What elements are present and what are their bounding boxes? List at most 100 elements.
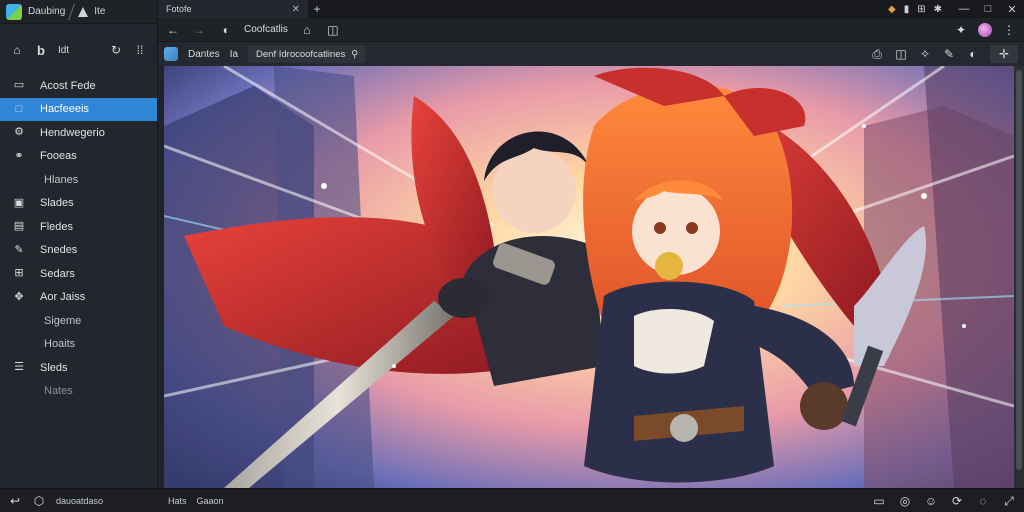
triangle-icon[interactable] — [78, 6, 89, 17]
shield-icon[interactable]: ◖ — [218, 23, 232, 37]
undo-icon[interactable]: ↩ — [8, 494, 22, 508]
sidebar-item-label: Fooeas — [40, 150, 77, 163]
app-tool-label: Ite — [94, 6, 106, 17]
sidebar-item-nates[interactable]: Nates — [0, 380, 157, 404]
forward-icon[interactable]: → — [192, 23, 206, 37]
home-icon[interactable]: ⌂ — [10, 43, 24, 57]
gem-icon[interactable]: ◆ — [888, 4, 896, 15]
gear-icon: ⚙ — [14, 126, 24, 139]
sidebar-list: ▭ Acost Fede □ Hacfeeeis ⚙ Hendwegerio ⚭… — [0, 74, 157, 403]
tab-fotofe[interactable]: Fotofe ✕ — [158, 0, 308, 18]
sidebar-item-sleds[interactable]: ☰ Sleds — [0, 356, 157, 380]
sidebar-item-fooeas[interactable]: ⚭ Fooeas — [0, 145, 157, 169]
page-label: Coofcatlis — [244, 24, 288, 35]
close-icon[interactable]: ✕ — [292, 4, 300, 15]
star-icon[interactable]: ✱ — [934, 4, 942, 15]
app-logo-icon — [6, 3, 22, 20]
status-label-b: Gaaon — [196, 495, 224, 506]
split-icon[interactable]: ◫ — [326, 23, 340, 37]
vertical-scrollbar[interactable] — [1014, 66, 1024, 488]
palette-icon[interactable]: ◐ — [966, 47, 980, 61]
sidebar-item-label: Hlanes — [44, 173, 79, 186]
screenshot-icon[interactable]: ⎙ — [870, 47, 884, 61]
bookmark-icon[interactable]: ▮ — [904, 4, 910, 15]
sparkle-icon[interactable]: ✧ — [918, 47, 932, 61]
search-icon[interactable]: ⚲ — [351, 49, 358, 60]
chat-icon[interactable]: ◌ — [976, 494, 990, 508]
address-text: Denf Idrocoofcatlines — [256, 48, 346, 60]
sidebar-item-label: Fledes — [40, 220, 74, 233]
address-toolbar: Dantes Ia Denf Idrocoofcatlines ⚲ ⎙ ◫ ✧ … — [158, 42, 1024, 66]
sidebar-item-aor-jaiss[interactable]: ✥ Aor Jaiss — [0, 286, 157, 310]
address-bar[interactable]: Denf Idrocoofcatlines ⚲ — [248, 45, 367, 63]
sidebar-item-label: Sedars — [40, 267, 75, 280]
sidebar-item-label: Nates — [44, 385, 73, 398]
sidebar-item-acost-fede[interactable]: ▭ Acost Fede — [0, 74, 157, 98]
puzzle-icon[interactable]: ✦ — [954, 23, 968, 37]
sidebar-item-snedes[interactable]: ✎ Snedes — [0, 239, 157, 263]
square-outline-icon: ▭ — [13, 79, 25, 92]
grid-icon[interactable]: ⊞ — [917, 4, 925, 15]
sidebar-item-hendwegerio[interactable]: ⚙ Hendwegerio — [0, 121, 157, 145]
main-area: Fotofe ✕ + ◆ ▮ ⊞ ✱ — □ ✕ ← → ◖ Coofcatli… — [158, 0, 1024, 488]
sidebar-item-hacfeeeis[interactable]: □ Hacfeeeis — [0, 97, 157, 121]
sidebar-item-label: Snedes — [40, 244, 78, 257]
avatar[interactable] — [978, 22, 992, 37]
home-icon[interactable]: ⌂ — [300, 23, 314, 37]
site-icon — [164, 47, 178, 61]
sidebar-item-sedars[interactable]: ⊞ Sedars — [0, 262, 157, 286]
sidebar-item-label: Sigeme — [44, 314, 82, 327]
move-icon: ✥ — [14, 290, 24, 303]
sidebar-item-label: Hacfeeeis — [40, 103, 89, 116]
person-icon[interactable]: ☺ — [924, 494, 938, 508]
sidebar-item-hoaits[interactable]: Hoaits — [0, 333, 157, 357]
window-close-icon[interactable]: ✕ — [1000, 3, 1024, 16]
reader-icon[interactable]: ◫ — [894, 47, 908, 61]
status-label-a: Hats — [168, 495, 187, 506]
status-left-label: dauoatdaso — [56, 495, 104, 506]
crosshair-icon: ✛ — [998, 47, 1010, 61]
nav-toolbar: ← → ◖ Coofcatlis ⌂ ◫ ✦ ⋮ — [158, 18, 1024, 42]
list-icon: ☰ — [14, 361, 24, 374]
sidebar-item-sigeme[interactable]: Sigeme — [0, 309, 157, 333]
sidebar-item-hlanes[interactable]: Hlanes — [0, 168, 157, 192]
link-icon: ⚭ — [14, 149, 24, 162]
app-title: Daubing — [28, 6, 66, 17]
document-icon: ▤ — [13, 220, 25, 233]
tab-label: Fotofe — [166, 4, 192, 14]
extension-icons: ◆ ▮ ⊞ ✱ — [888, 0, 952, 18]
sidebar-item-label: Hoaits — [44, 338, 76, 351]
sidebar-tool-label[interactable]: Idt — [58, 45, 69, 56]
sidebar-item-label: Acost Fede — [40, 79, 96, 92]
sync-icon[interactable]: ⟳ — [950, 494, 964, 508]
sidebar: Daubing Ite ⌂ b Idt ↻ ⁞⁞ ▭ Acost Fede □ … — [0, 0, 158, 488]
tab-bar: Fotofe ✕ + ◆ ▮ ⊞ ✱ — □ ✕ — [158, 0, 1024, 18]
app-header: Daubing Ite — [0, 0, 157, 24]
scrollbar-thumb[interactable] — [1016, 70, 1022, 470]
minimize-icon[interactable]: — — [952, 3, 976, 15]
image-icon: ▣ — [13, 196, 25, 209]
puzzle-icon: ✎ — [14, 243, 24, 256]
square-icon: □ — [15, 102, 23, 115]
refresh-icon[interactable]: ↻ — [109, 43, 123, 57]
sidebar-item-label: Aor Jaiss — [40, 291, 86, 304]
sidebar-item-label: Sleds — [40, 361, 68, 374]
sidebar-item-label: Hendwegerio — [40, 126, 105, 139]
sidebar-toolbar: ⌂ b Idt ↻ ⁞⁞ — [0, 36, 157, 64]
back-icon[interactable]: ← — [166, 23, 180, 37]
artwork-canvas[interactable] — [164, 66, 1014, 488]
sidebar-item-fledes[interactable]: ▤ Fledes — [0, 215, 157, 239]
menu-icon[interactable]: ⋮ — [1002, 23, 1016, 37]
crosshair-button[interactable]: ✛ — [990, 45, 1018, 63]
brush-icon[interactable]: ✎ — [942, 47, 956, 61]
bold-icon[interactable]: b — [34, 43, 48, 57]
site-label: Dantes — [188, 48, 220, 60]
sidebar-item-slades[interactable]: ▣ Slades — [0, 192, 157, 216]
new-tab-button[interactable]: + — [308, 0, 326, 18]
expand-icon[interactable]: ⤢ — [1002, 494, 1016, 508]
caption-icon[interactable]: ▭ — [872, 494, 886, 508]
globe-icon[interactable]: ◎ — [898, 494, 912, 508]
dots-grid-icon[interactable]: ⁞⁞ — [133, 43, 147, 57]
shield-icon[interactable]: ⬡ — [32, 494, 46, 508]
maximize-icon[interactable]: □ — [976, 3, 1000, 15]
